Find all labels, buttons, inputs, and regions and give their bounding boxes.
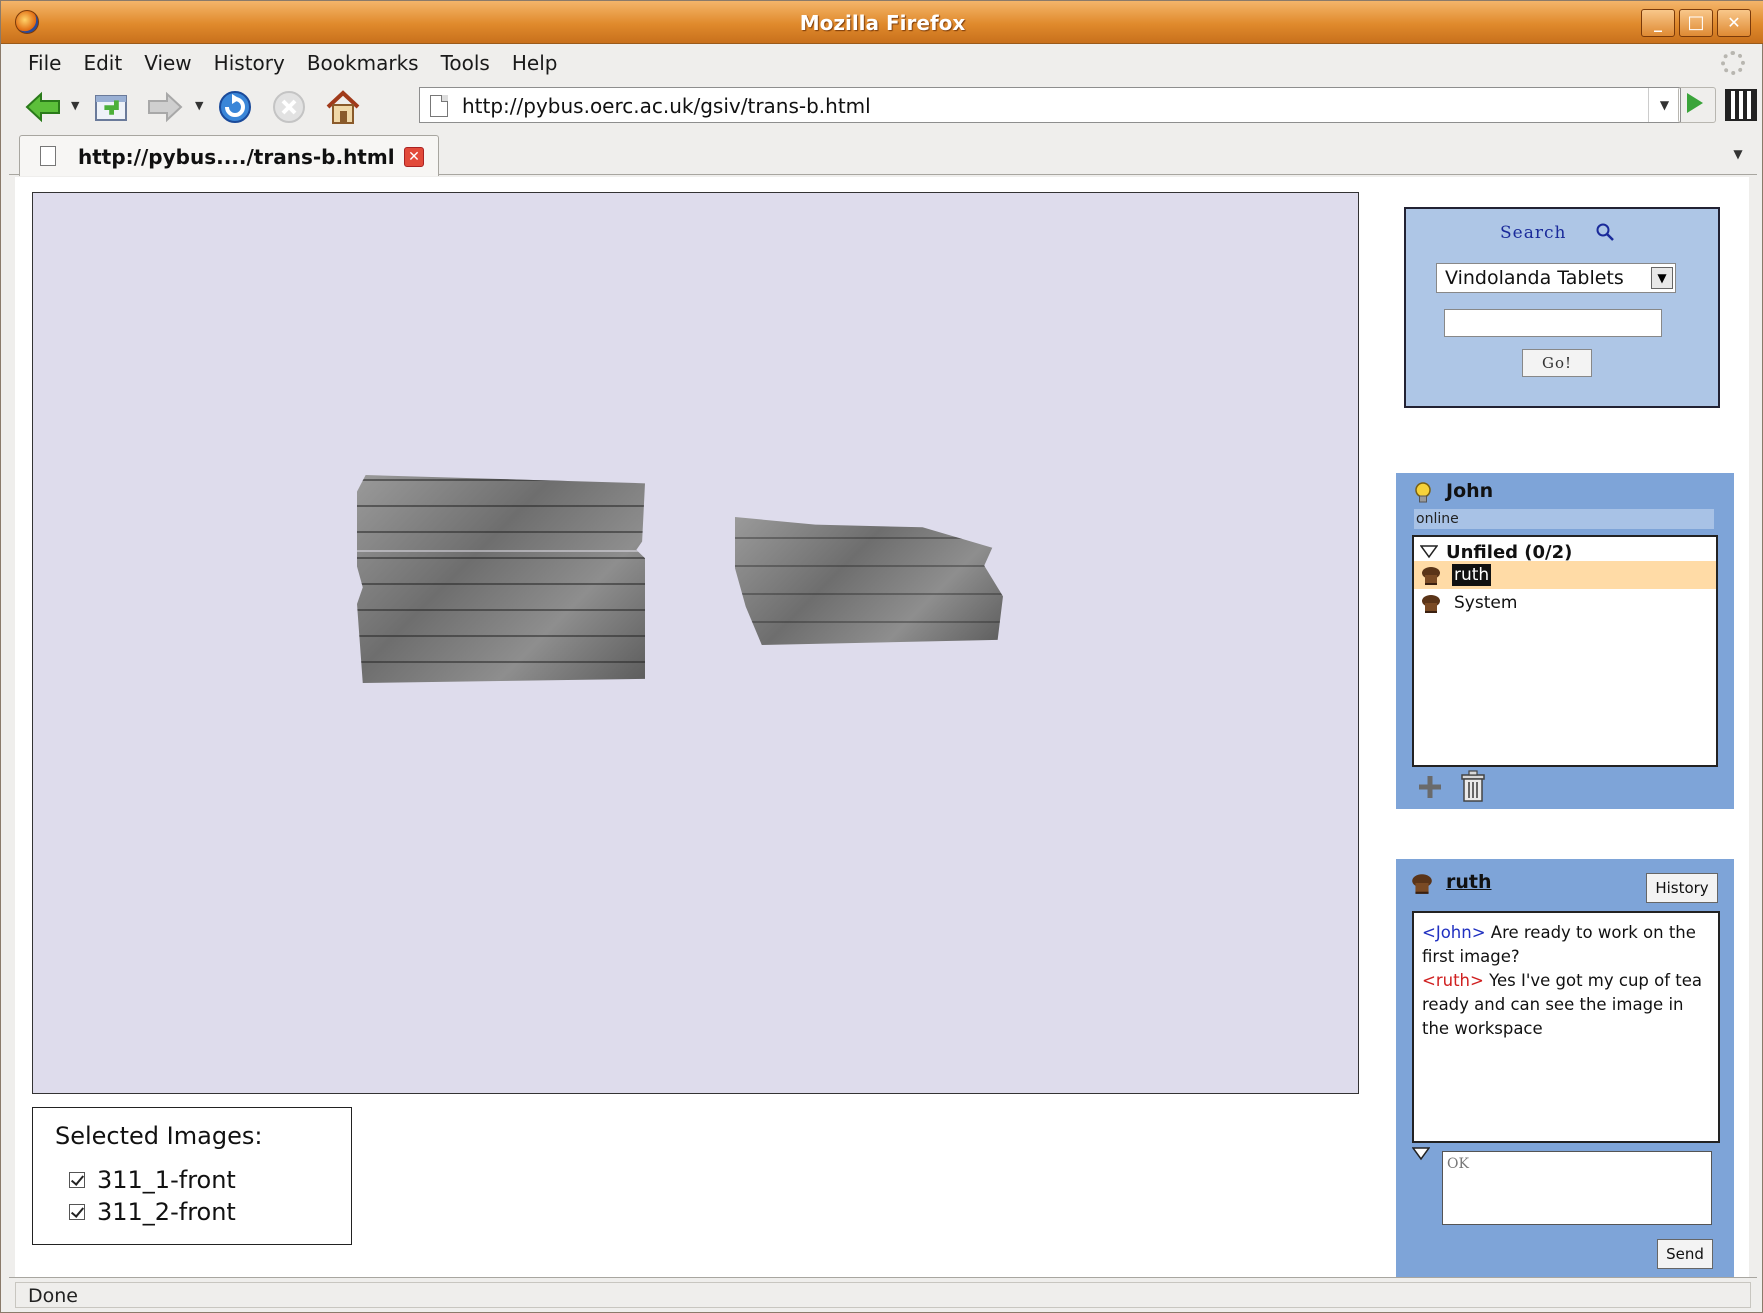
tab-trans-b[interactable]: http://pybus..../trans-b.html ✕ — [19, 135, 439, 176]
window-title: Mozilla Firefox — [799, 11, 966, 35]
menu-view[interactable]: View — [144, 51, 191, 75]
maximize-button[interactable]: □ — [1679, 9, 1713, 37]
close-window-button[interactable]: ✕ — [1717, 9, 1751, 37]
search-input[interactable] — [1444, 309, 1662, 337]
contact-row-system[interactable]: System — [1414, 589, 1716, 617]
contact-row-ruth[interactable]: ruth — [1414, 561, 1716, 589]
chat-message-input[interactable]: OK — [1442, 1151, 1712, 1225]
history-button[interactable]: History — [1646, 873, 1718, 903]
page-icon — [40, 146, 56, 166]
reload-icon[interactable] — [215, 87, 255, 127]
chat-contact-link[interactable]: ruth — [1446, 871, 1492, 893]
search-icon — [1596, 223, 1614, 241]
collection-select-value: Vindolanda Tablets — [1445, 267, 1624, 289]
close-tab-icon[interactable]: ✕ — [404, 147, 424, 167]
page-icon — [430, 95, 448, 117]
presence-status[interactable]: online — [1414, 509, 1714, 529]
selected-image-row[interactable]: 311_1-front — [69, 1166, 236, 1194]
home-icon[interactable] — [323, 87, 363, 127]
extension-icon[interactable] — [1725, 89, 1757, 121]
title-bar: Mozilla Firefox _ □ ✕ — [1, 1, 1763, 44]
selected-image-label: 311_2-front — [97, 1198, 236, 1226]
search-title: Search — [1500, 223, 1567, 243]
menu-tools[interactable]: Tools — [441, 51, 490, 75]
selected-image-row[interactable]: 311_2-front — [69, 1198, 236, 1226]
selected-image-checkbox[interactable] — [69, 1204, 85, 1220]
status-text: Done — [28, 1285, 78, 1307]
minimize-button[interactable]: _ — [1641, 9, 1675, 37]
stop-icon[interactable] — [269, 87, 309, 127]
menu-help[interactable]: Help — [512, 51, 558, 75]
selected-images-title: Selected Images: — [55, 1122, 263, 1150]
back-history-dropdown-icon[interactable]: ▼ — [71, 99, 83, 112]
tablet-image-311_1-front[interactable] — [357, 475, 645, 683]
menu-history[interactable]: History — [214, 51, 285, 75]
navigation-toolbar: ▼ ▼ http://pybus.oerc.ac.uk/gsiv/trans-b… — [9, 83, 1757, 131]
chat-log: <John> Are ready to work on the first im… — [1412, 911, 1720, 1143]
lightbulb-icon — [1415, 482, 1431, 503]
url-bar[interactable]: http://pybus.oerc.ac.uk/gsiv/trans-b.htm… — [419, 87, 1681, 123]
menu-bookmarks[interactable]: Bookmarks — [307, 51, 419, 75]
collection-select[interactable]: Vindolanda Tablets ▼ — [1436, 263, 1676, 293]
chat-message: <John> Are ready to work on the first im… — [1422, 921, 1710, 969]
trash-icon[interactable] — [1458, 769, 1488, 803]
send-button[interactable]: Send — [1657, 1239, 1713, 1269]
url-text[interactable]: http://pybus.oerc.ac.uk/gsiv/trans-b.htm… — [462, 94, 871, 118]
chevron-down-icon[interactable]: ▼ — [1651, 267, 1673, 289]
search-panel: Search Vindolanda Tablets ▼ Go! — [1404, 207, 1720, 408]
image-workspace[interactable] — [32, 192, 1359, 1094]
activity-throbber-icon — [1721, 51, 1745, 75]
tablet-image-311_2-front[interactable] — [735, 517, 1003, 645]
contact-name: System — [1454, 593, 1518, 613]
jabber-user-icon — [1422, 567, 1440, 585]
menu-file[interactable]: File — [28, 51, 61, 75]
forward-icon[interactable] — [147, 87, 183, 127]
chat-message: <ruth> Yes I've got my cup of tea ready … — [1422, 969, 1710, 1041]
page-content: Selected Images: 311_1-front 311_2-front… — [15, 177, 1749, 1277]
account-name: John — [1446, 480, 1494, 502]
forward-history-dropdown-icon[interactable]: ▼ — [195, 99, 207, 112]
back-icon[interactable] — [25, 87, 61, 127]
collapse-triangle-icon[interactable] — [1420, 545, 1438, 559]
selected-image-label: 311_1-front — [97, 1166, 236, 1194]
tab-list-dropdown-icon[interactable]: ▼ — [1723, 139, 1753, 169]
chat-nick: <ruth> — [1422, 971, 1484, 990]
selected-images-panel: Selected Images: 311_1-front 311_2-front — [32, 1107, 352, 1245]
jabber-user-icon — [1412, 874, 1432, 894]
browser-window: Mozilla Firefox _ □ ✕ File Edit View His… — [0, 0, 1763, 1313]
menu-bar: File Edit View History Bookmarks Tools H… — [9, 45, 1757, 81]
tab-bar: http://pybus..../trans-b.html ✕ ▼ — [9, 131, 1757, 176]
add-contact-icon[interactable] — [1416, 773, 1444, 801]
status-bar: Done — [9, 1277, 1757, 1311]
go-arrow-icon[interactable] — [1687, 93, 1703, 113]
contact-list: Unfiled (0/2) ruth System — [1412, 535, 1718, 767]
menu-edit[interactable]: Edit — [83, 51, 122, 75]
new-tab-icon[interactable] — [93, 87, 133, 127]
chat-nick: <John> — [1422, 923, 1486, 942]
chat-panel: ruth History <John> Are ready to work on… — [1396, 859, 1734, 1277]
buddy-list-panel: John online Unfiled (0/2) ruth System — [1396, 473, 1734, 809]
selected-image-checkbox[interactable] — [69, 1172, 85, 1188]
jabber-user-icon — [1422, 595, 1440, 613]
tab-label[interactable]: http://pybus..../trans-b.html — [78, 145, 395, 169]
contact-name: ruth — [1452, 564, 1492, 586]
search-go-button[interactable]: Go! — [1522, 349, 1592, 377]
contact-group-label: Unfiled (0/2) — [1446, 541, 1573, 563]
collapse-triangle-icon[interactable] — [1412, 1147, 1430, 1161]
url-history-dropdown-icon[interactable]: ▼ — [1648, 88, 1680, 122]
